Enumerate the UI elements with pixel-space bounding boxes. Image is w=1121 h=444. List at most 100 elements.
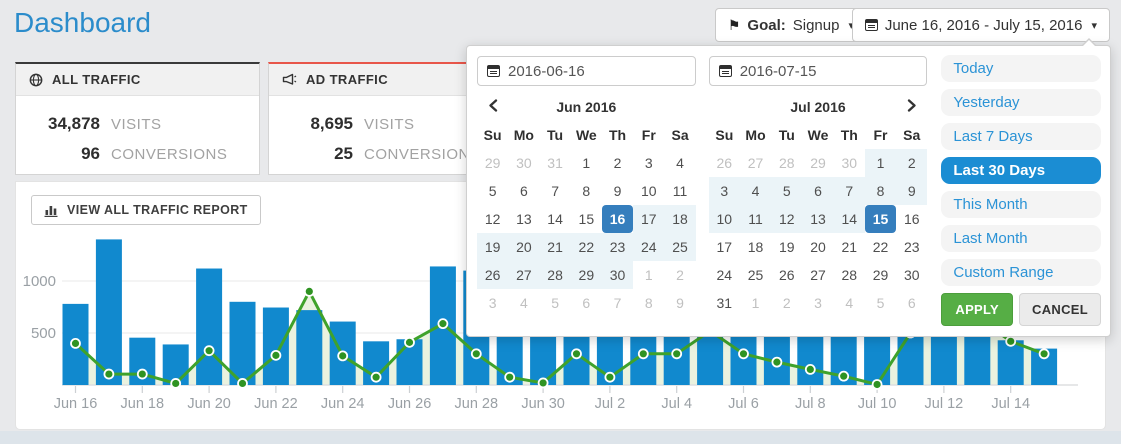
conversions-point[interactable] [138,370,147,379]
calendar-day[interactable]: 6 [896,289,927,317]
prev-month-button[interactable] [477,93,508,121]
range-option-custom-range[interactable]: Custom Range [941,259,1101,286]
conversions-point[interactable] [238,379,247,388]
calendar-day[interactable]: 6 [571,289,602,317]
calendar-day[interactable]: 9 [602,177,633,205]
conversions-point[interactable] [104,370,113,379]
calendar-day[interactable]: 17 [633,205,664,233]
calendar-day[interactable]: 5 [865,289,896,317]
conversions-point[interactable] [1006,337,1015,346]
calendar-day[interactable]: 13 [508,205,539,233]
range-option-this-month[interactable]: This Month [941,191,1101,218]
conversions-point[interactable] [672,349,681,358]
calendar-day[interactable]: 18 [664,205,695,233]
calendar-day[interactable]: 4 [664,149,695,177]
calendar-day[interactable]: 3 [633,149,664,177]
calendar-day[interactable]: 21 [539,233,570,261]
calendar-day[interactable]: 23 [602,233,633,261]
calendar-day[interactable]: 22 [865,233,896,261]
calendar-day[interactable]: 3 [802,289,833,317]
calendar-day[interactable]: 1 [865,149,896,177]
calendar-day[interactable]: 14 [834,205,865,233]
end-date-field[interactable] [709,56,928,86]
calendar-day[interactable]: 15 [571,205,602,233]
calendar-day[interactable]: 28 [539,261,570,289]
calendar-day[interactable]: 27 [740,149,771,177]
conversions-point[interactable] [305,287,314,296]
visits-bar[interactable] [96,239,122,385]
conversions-point[interactable] [338,351,347,360]
calendar-day[interactable]: 29 [865,261,896,289]
calendar-day[interactable]: 10 [709,205,740,233]
visits-bar[interactable] [263,308,289,385]
goal-selector-button[interactable]: ⚑ Goal: Signup ▾ [715,8,867,42]
calendar-day[interactable]: 14 [539,205,570,233]
calendar-day[interactable]: 6 [802,177,833,205]
calendar-day[interactable]: 25 [664,233,695,261]
calendar-day[interactable]: 12 [477,205,508,233]
calendar-day[interactable]: 27 [802,261,833,289]
calendar-day[interactable]: 2 [664,261,695,289]
calendar-day[interactable]: 20 [802,233,833,261]
range-option-last-30-days[interactable]: Last 30 Days [941,157,1101,184]
apply-button[interactable]: APPLY [941,293,1013,326]
calendar-day[interactable]: 30 [508,149,539,177]
calendar-day[interactable]: 13 [802,205,833,233]
conversions-point[interactable] [171,379,180,388]
conversions-point[interactable] [438,319,447,328]
calendar-day[interactable]: 3 [477,289,508,317]
start-date-field[interactable] [477,56,696,86]
calendar-day[interactable]: 24 [709,261,740,289]
conversions-point[interactable] [1040,349,1049,358]
conversions-point[interactable] [605,373,614,382]
calendar-day[interactable]: 7 [602,289,633,317]
calendar-day[interactable]: 7 [834,177,865,205]
calendar-day[interactable]: 9 [664,289,695,317]
end-date-input[interactable] [740,63,918,80]
calendar-day[interactable]: 5 [771,177,802,205]
conversions-point[interactable] [739,349,748,358]
visits-bar[interactable] [296,310,322,385]
calendar-day[interactable]: 7 [539,177,570,205]
conversions-point[interactable] [405,338,414,347]
conversions-point[interactable] [806,365,815,374]
view-all-traffic-report-button[interactable]: VIEW ALL TRAFFIC REPORT [31,195,261,225]
calendar-day[interactable]: 4 [740,177,771,205]
calendar-day[interactable]: 8 [571,177,602,205]
calendar-day[interactable]: 16 [896,205,927,233]
calendar-day[interactable]: 10 [633,177,664,205]
calendar-day[interactable]: 30 [834,149,865,177]
range-option-today[interactable]: Today [941,55,1101,82]
calendar-day[interactable]: 11 [664,177,695,205]
conversions-point[interactable] [639,349,648,358]
calendar-day[interactable]: 2 [896,149,927,177]
conversions-point[interactable] [772,358,781,367]
calendar-day[interactable]: 1 [740,289,771,317]
visits-bar[interactable] [196,269,222,385]
calendar-day[interactable]: 8 [633,289,664,317]
calendar-day[interactable]: 29 [802,149,833,177]
conversions-point[interactable] [873,380,882,389]
calendar-day[interactable]: 5 [477,177,508,205]
calendar-day[interactable]: 19 [477,233,508,261]
calendar-day[interactable]: 30 [896,261,927,289]
calendar-day[interactable]: 1 [571,149,602,177]
calendar-day[interactable]: 29 [571,261,602,289]
calendar-day-selected[interactable]: 15 [865,205,896,233]
conversions-point[interactable] [271,351,280,360]
range-option-last-month[interactable]: Last Month [941,225,1101,252]
calendar-day[interactable]: 18 [740,233,771,261]
calendar-day[interactable]: 30 [602,261,633,289]
calendar-day[interactable]: 26 [771,261,802,289]
calendar-day[interactable]: 17 [709,233,740,261]
conversions-point[interactable] [505,373,514,382]
calendar-day[interactable]: 11 [740,205,771,233]
conversions-point[interactable] [839,372,848,381]
calendar-day-selected[interactable]: 16 [602,205,633,233]
range-option-yesterday[interactable]: Yesterday [941,89,1101,116]
calendar-day[interactable]: 20 [508,233,539,261]
conversions-point[interactable] [539,378,548,387]
calendar-day[interactable]: 6 [508,177,539,205]
conversions-point[interactable] [472,349,481,358]
calendar-day[interactable]: 23 [896,233,927,261]
